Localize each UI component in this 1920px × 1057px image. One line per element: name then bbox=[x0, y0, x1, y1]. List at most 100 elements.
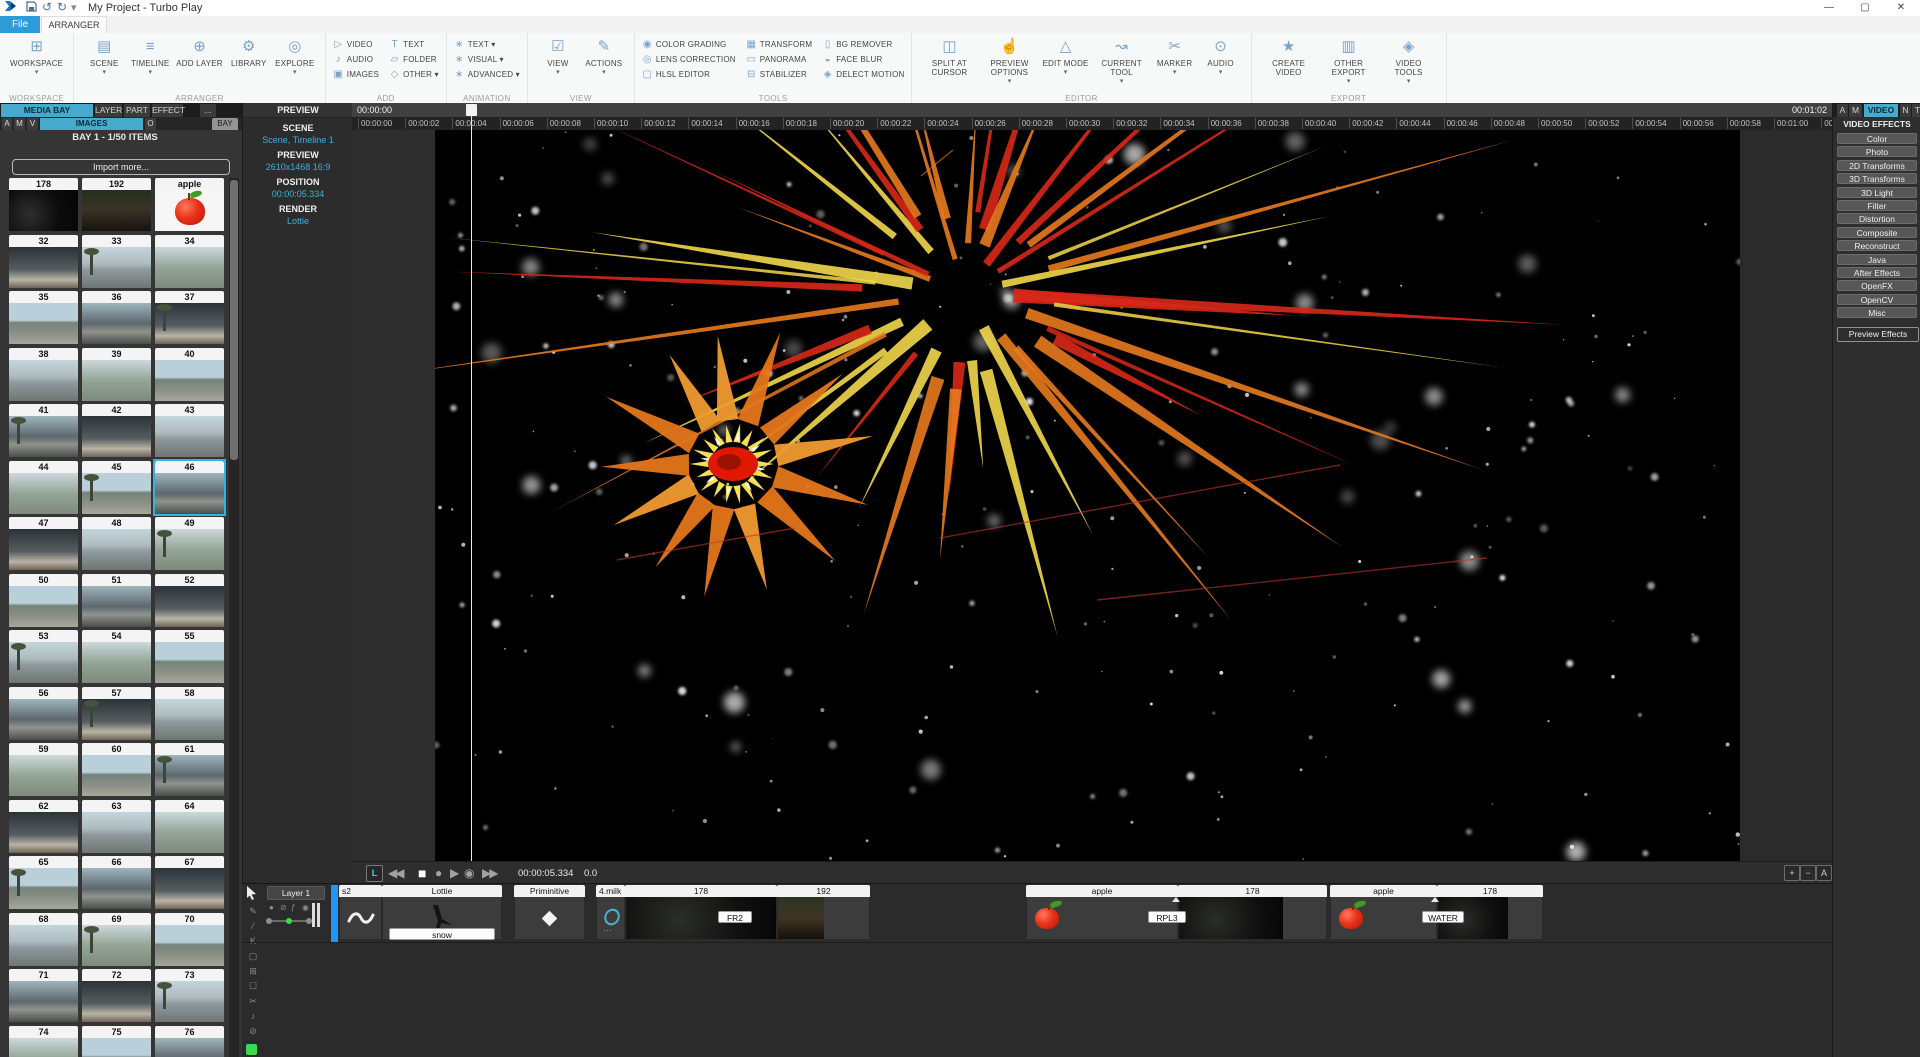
effect-category-3d-light[interactable]: 3D Light bbox=[1837, 187, 1917, 198]
scrollbar-thumb[interactable] bbox=[230, 180, 238, 460]
media-item-48[interactable]: 48 bbox=[82, 517, 151, 570]
playhead-marker[interactable] bbox=[466, 104, 477, 116]
media-item-68[interactable]: 68 bbox=[9, 913, 78, 966]
ribbon-add-layer-button[interactable]: ⊕ADD LAYER bbox=[173, 34, 226, 69]
effect-category-misc[interactable]: Misc bbox=[1837, 307, 1917, 318]
effect-category-after-effects[interactable]: After Effects bbox=[1837, 267, 1917, 278]
ribbon-visual-button[interactable]: ∗VISUAL ▾ bbox=[454, 53, 520, 65]
effect-category-2d-transforms[interactable]: 2D Transforms bbox=[1837, 160, 1917, 171]
effects-tab-n[interactable]: N bbox=[1900, 104, 1911, 117]
select-icon[interactable]: ▢ bbox=[246, 951, 260, 962]
timeline-clip-apple-8[interactable]: apple bbox=[1330, 885, 1437, 940]
media-item-67[interactable]: 67 bbox=[155, 856, 224, 909]
effect-category-java[interactable]: Java bbox=[1837, 254, 1917, 265]
media-item-57[interactable]: 57 bbox=[82, 687, 151, 740]
filter-button-v[interactable]: V bbox=[27, 118, 38, 130]
ribbon-current-tool-button[interactable]: ↝CURRENT TOOL▾ bbox=[1092, 34, 1152, 86]
ribbon-scene-button[interactable]: ▤SCENE▾ bbox=[81, 34, 127, 77]
loop-button[interactable]: L bbox=[366, 865, 383, 882]
ribbon-edit-mode-button[interactable]: △EDIT MODE▾ bbox=[1039, 34, 1091, 77]
track-opacity-slider[interactable] bbox=[268, 920, 310, 922]
effects-tab-video[interactable]: VIDEO bbox=[1864, 104, 1898, 117]
media-item-58[interactable]: 58 bbox=[155, 687, 224, 740]
ribbon-transform-button[interactable]: ▦TRANSFORM bbox=[746, 38, 812, 50]
ribbon-other-export-button[interactable]: ▥OTHER EXPORT▾ bbox=[1319, 34, 1379, 86]
media-item-51[interactable]: 51 bbox=[82, 574, 151, 627]
media-item-37[interactable]: 37 bbox=[155, 291, 224, 344]
ribbon-text-button[interactable]: ∗TEXT ▾ bbox=[454, 38, 520, 50]
media-item-63[interactable]: 63 bbox=[82, 800, 151, 853]
type-tab-images[interactable]: IMAGES bbox=[40, 118, 143, 130]
media-item-60[interactable]: 60 bbox=[82, 743, 151, 796]
media-item-73[interactable]: 73 bbox=[155, 969, 224, 1022]
effect-category-color[interactable]: Color bbox=[1837, 133, 1917, 144]
ribbon-actions-button[interactable]: ✎ACTIONS▾ bbox=[581, 34, 627, 77]
media-item-50[interactable]: 50 bbox=[9, 574, 78, 627]
save-icon[interactable] bbox=[26, 1, 37, 15]
preview-effects-button[interactable]: Preview Effects bbox=[1837, 327, 1919, 342]
effect-category-photo[interactable]: Photo bbox=[1837, 146, 1917, 157]
ribbon-face-blur-button[interactable]: ◒FACE BLUR bbox=[822, 53, 904, 65]
ribbon-split-at-cursor-button[interactable]: ◫SPLIT AT CURSOR bbox=[919, 34, 979, 78]
timeline-clip-4-milk-3[interactable]: 4.milk... bbox=[596, 885, 625, 940]
import-more-button[interactable]: Import more... bbox=[12, 159, 230, 175]
media-item-76[interactable]: 76 bbox=[155, 1026, 224, 1057]
media-item-65[interactable]: 65 bbox=[9, 856, 78, 909]
zoom-out-button[interactable]: − bbox=[1800, 865, 1816, 881]
timeline-clip-priminitive-2[interactable]: Priminitive bbox=[514, 885, 585, 940]
ribbon-marker-button[interactable]: ✂MARKER▾ bbox=[1152, 34, 1198, 77]
o-button[interactable]: O bbox=[145, 118, 156, 130]
filter-button-a[interactable]: A bbox=[2, 118, 12, 130]
timeline-clip-178-7[interactable]: 178 bbox=[1178, 885, 1327, 940]
media-item-71[interactable]: 71 bbox=[9, 969, 78, 1022]
ribbon-video-button[interactable]: ▷VIDEO bbox=[333, 38, 379, 50]
ribbon-audio-button[interactable]: ♪AUDIO bbox=[333, 53, 379, 65]
media-item-64[interactable]: 64 bbox=[155, 800, 224, 853]
filter-button-m[interactable]: M bbox=[14, 118, 25, 130]
media-item-74[interactable]: 74 bbox=[9, 1026, 78, 1057]
ribbon-workspace-button[interactable]: ⊞WORKSPACE▾ bbox=[7, 34, 66, 77]
ribbon-video-tools-button[interactable]: ◈VIDEO TOOLS▾ bbox=[1379, 34, 1439, 86]
grid-icon[interactable]: ⊞ bbox=[246, 966, 260, 977]
effects-tab-t[interactable]: T bbox=[1912, 104, 1920, 117]
ribbon-text-button[interactable]: TTEXT bbox=[389, 38, 439, 50]
media-bay-tab-layer[interactable]: LAYER bbox=[95, 104, 122, 117]
close-button[interactable]: ✕ bbox=[1884, 0, 1918, 16]
media-item-41[interactable]: 41 bbox=[9, 404, 78, 457]
zoom-in-button[interactable]: + bbox=[1784, 865, 1800, 881]
mute-icon[interactable]: ⊘ bbox=[280, 903, 287, 912]
playhead-line[interactable] bbox=[471, 116, 472, 861]
media-item-178[interactable]: 178 bbox=[9, 178, 78, 231]
media-item-35[interactable]: 35 bbox=[9, 291, 78, 344]
effect-category-distortion[interactable]: Distortion bbox=[1837, 213, 1917, 224]
file-menu-tab[interactable]: File bbox=[0, 16, 40, 33]
ribbon-create-video-button[interactable]: ★CREATE VIDEO bbox=[1259, 34, 1319, 78]
media-item-45[interactable]: 45 bbox=[82, 461, 151, 514]
media-item-75[interactable]: 75 bbox=[82, 1026, 151, 1057]
undo-icon[interactable]: ↺ bbox=[42, 0, 52, 14]
media-item-39[interactable]: 39 bbox=[82, 348, 151, 401]
solo-icon[interactable]: ● bbox=[269, 903, 274, 912]
media-item-55[interactable]: 55 bbox=[155, 630, 224, 683]
ribbon-lens-correction-button[interactable]: ◎LENS CORRECTION bbox=[642, 53, 736, 65]
media-item-192[interactable]: 192 bbox=[82, 178, 151, 231]
maximize-button[interactable]: ▢ bbox=[1848, 0, 1882, 16]
ribbon-images-button[interactable]: ▣IMAGES bbox=[333, 68, 379, 80]
media-item-72[interactable]: 72 bbox=[82, 969, 151, 1022]
media-item-apple[interactable]: apple bbox=[155, 178, 224, 231]
ribbon-folder-button[interactable]: ▱FOLDER bbox=[389, 53, 439, 65]
ribbon-preview-options-button[interactable]: ☝PREVIEW OPTIONS▾ bbox=[979, 34, 1039, 86]
play-button[interactable]: ▶ bbox=[450, 864, 457, 882]
media-item-54[interactable]: 54 bbox=[82, 630, 151, 683]
media-item-38[interactable]: 38 bbox=[9, 348, 78, 401]
keyframe-icon[interactable]: K bbox=[246, 936, 260, 946]
redo-icon[interactable]: ↻ bbox=[57, 0, 67, 14]
media-item-36[interactable]: 36 bbox=[82, 291, 151, 344]
ribbon-explore-button[interactable]: ◎EXPLORE▾ bbox=[272, 34, 318, 77]
media-item-40[interactable]: 40 bbox=[155, 348, 224, 401]
effect-category-filter[interactable]: Filter bbox=[1837, 200, 1917, 211]
ribbon-color-grading-button[interactable]: ◉COLOR GRADING bbox=[642, 38, 736, 50]
timeline-clip-s2-0[interactable]: s2 bbox=[339, 885, 382, 940]
pen-icon[interactable]: ✎ bbox=[246, 906, 260, 917]
ribbon-advanced-button[interactable]: ∗ADVANCED ▾ bbox=[454, 68, 520, 80]
